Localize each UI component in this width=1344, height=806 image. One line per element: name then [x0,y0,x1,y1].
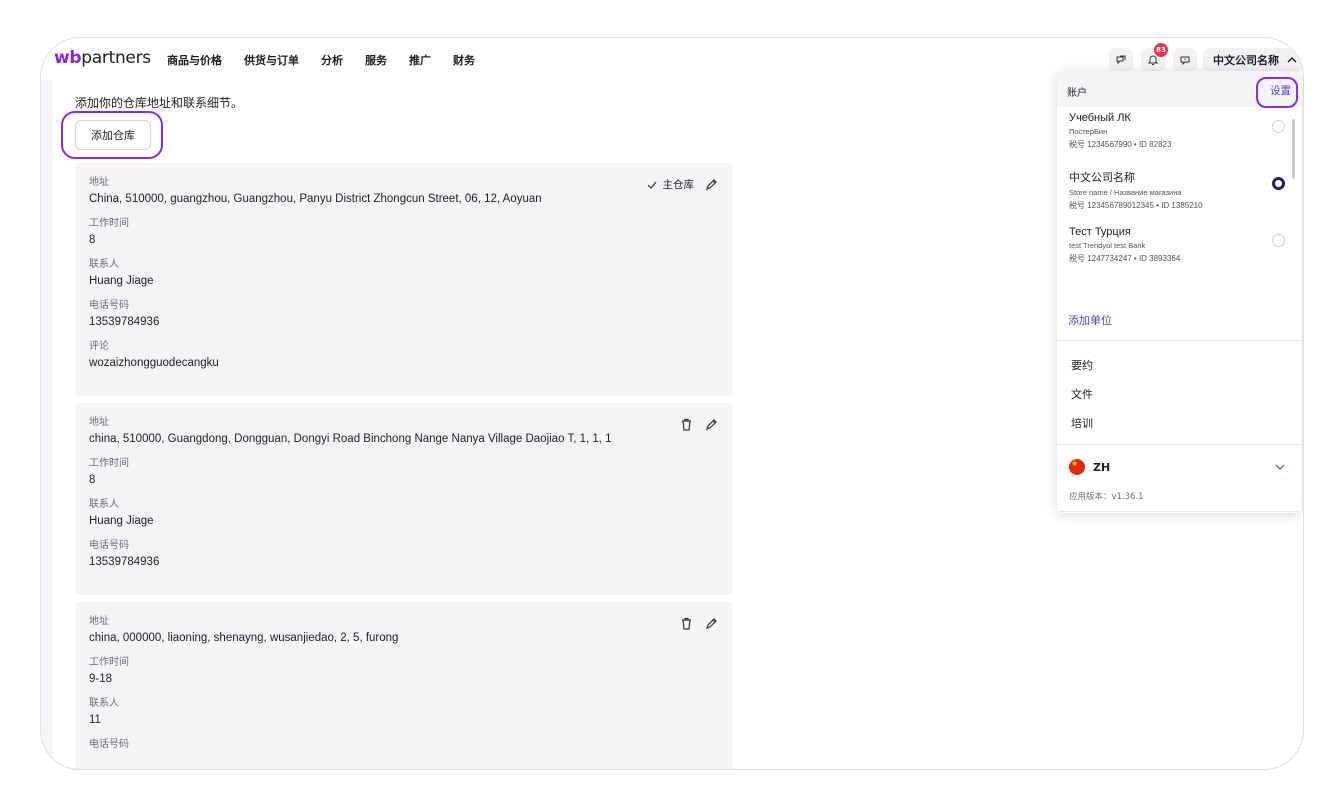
org-name: Учебный ЛК [1069,112,1131,124]
nav-item-finance[interactable]: 财务 [453,52,475,68]
notifications-button[interactable]: 83 [1141,43,1168,72]
edit-icon[interactable] [704,417,719,432]
org-list-scrollbar[interactable] [1292,119,1295,179]
language-code: ZH [1093,460,1111,474]
highlight-ring [61,111,163,159]
warehouse-card: 地址 China, 510000, guangzhou, Guangzhou, P… [75,163,733,396]
org-subtitle: ПостерБин [1069,127,1108,136]
logo[interactable]: wbpartners [54,48,151,68]
field-label: 电话号码 [89,300,129,311]
field-label: 工作时间 [89,458,129,469]
warehouse-comment: wozaizhongguodecangku [89,357,219,369]
org-radio-selected[interactable] [1272,177,1285,190]
main-nav: 商品与价格 供货与订单 分析 服务 推广 财务 [167,52,475,68]
org-radio[interactable] [1272,120,1285,133]
org-option[interactable]: Учебный ЛК ПостерБин 税号 1234567990 • ID … [1069,112,1293,150]
nav-item-services[interactable]: 服务 [365,52,387,68]
account-dropdown-title: 账户 [1067,88,1087,99]
field-label: 联系人 [89,698,119,709]
language-selector[interactable]: ZH [1069,459,1110,475]
menu-item-documents[interactable]: 文件 [1071,386,1093,402]
nav-item-products[interactable]: 商品与价格 [167,52,222,68]
left-gutter [41,78,53,769]
warehouse-phone: 13539784936 [89,316,160,328]
warehouse-hours: 9-18 [89,673,113,685]
account-dropdown: 账户 设置 Учебный ЛК ПостерБин 税号 1234567990… [1057,71,1301,513]
org-name: 中文公司名称 [1069,172,1135,184]
edit-icon[interactable] [704,177,719,192]
org-tax-id: 税号 123456789012345 • ID 1385210 [1069,201,1203,210]
notification-badge: 83 [1154,43,1168,57]
field-label: 联系人 [89,499,119,510]
edit-icon[interactable] [704,616,719,631]
support-icon [1180,56,1190,66]
org-tax-id: 税号 1234567990 • ID 82823 [1069,140,1172,149]
warehouse-card: 地址 china, 000000, liaoning, shenayng, wus… [75,602,733,769]
china-flag-icon [1069,459,1085,475]
org-radio[interactable] [1272,234,1285,247]
field-label: 电话号码 [89,540,129,551]
warehouse-address: China, 510000, guangzhou, Guangzhou, Pan… [89,193,542,205]
main-warehouse-tag: 主仓库 [647,177,695,192]
list-fade [1057,266,1301,302]
field-label: 联系人 [89,259,119,270]
warehouse-hours: 8 [89,234,96,246]
nav-item-supplies[interactable]: 供货与订单 [244,52,299,68]
menu-item-offer[interactable]: 要约 [1071,357,1093,373]
field-label: 评论 [89,341,109,352]
trash-icon[interactable] [679,417,694,432]
org-subtitle: test Trendyol test Bank [1069,241,1146,250]
warehouse-address: china, 510000, Guangdong, Dongguan, Dong… [89,433,612,445]
org-subtitle: Store name / Название магазина [1069,188,1182,197]
org-option[interactable]: 中文公司名称 Store name / Название магазина 税号… [1069,169,1293,211]
add-unit-link[interactable]: 添加单位 [1068,312,1112,328]
chevron-up-icon [1287,57,1297,63]
chevron-down-icon[interactable] [1275,463,1285,471]
warehouse-address: china, 000000, liaoning, shenayng, wusan… [89,632,399,644]
trash-icon[interactable] [679,616,694,631]
nav-item-promotion[interactable]: 推广 [409,52,431,68]
app-window: wbpartners 商品与价格 供货与订单 分析 服务 推广 财务 83 中文… [40,37,1304,770]
warehouse-contact: 11 [89,714,101,726]
warehouse-card: 地址 china, 510000, Guangdong, Dongguan, Do… [75,403,733,595]
field-label: 地址 [89,417,109,428]
account-name: 中文公司名称 [1213,54,1279,67]
check-icon [647,181,656,189]
org-name: Тест Турция [1069,226,1131,238]
warehouse-contact: Huang Jiage [89,275,154,287]
warehouse-phone: 13539784936 [89,556,160,568]
field-label: 工作时间 [89,218,129,229]
page-intro-text: 添加你的仓库地址和联系细节。 [75,96,244,110]
divider [1057,444,1301,445]
warehouse-contact: Huang Jiage [89,515,154,527]
divider [1057,511,1301,512]
support-button[interactable] [1173,48,1197,72]
chat-icon [1116,55,1126,65]
nav-item-analytics[interactable]: 分析 [321,52,343,68]
app-version: 应用版本：v1.36.1 [1069,492,1144,502]
menu-item-training[interactable]: 培训 [1071,415,1093,431]
field-label: 电话号码 [89,739,129,750]
field-label: 地址 [89,177,109,188]
field-label: 地址 [89,616,109,627]
field-label: 工作时间 [89,657,129,668]
org-tax-id: 税号 1247734247 • ID 3893364 [1069,254,1181,263]
warehouse-hours: 8 [89,474,96,486]
main-warehouse-label: 主仓库 [662,179,695,191]
account-menu-button[interactable]: 中文公司名称 [1203,48,1303,72]
divider [1057,340,1301,341]
org-option[interactable]: Тест Турция test Trendyol test Bank 税号 1… [1069,226,1293,264]
chat-button[interactable] [1109,48,1133,72]
highlight-ring [1256,77,1298,108]
